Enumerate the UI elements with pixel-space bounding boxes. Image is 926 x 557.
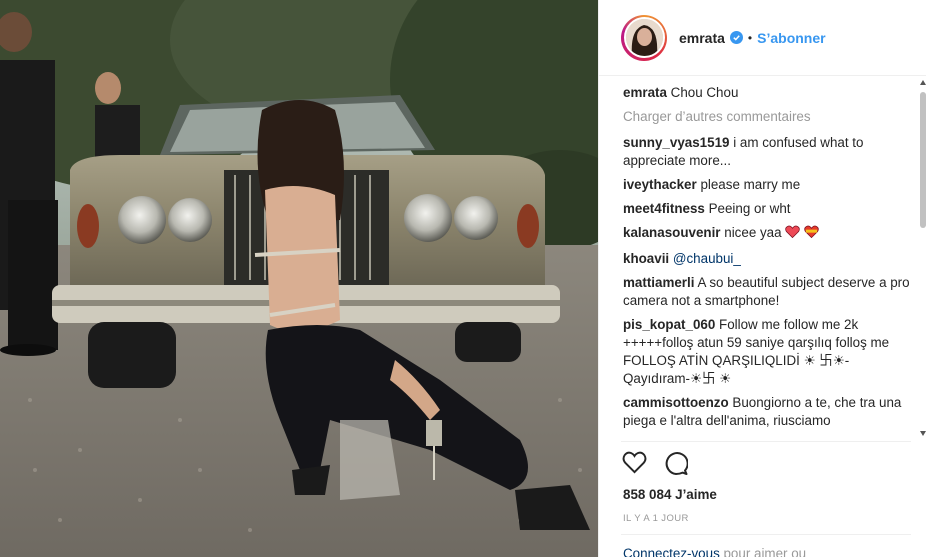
caption-text: Chou Chou (670, 85, 739, 100)
post-side-panel: emrata • S’abonner emrata Chou Chou Char… (598, 0, 926, 557)
comment-username[interactable]: pis_kopat_060 (623, 317, 715, 332)
comment-username[interactable]: iveythacker (623, 177, 697, 192)
photo-illustration (0, 0, 598, 557)
load-more-comments-link[interactable]: Charger d’autres commentaires (623, 108, 913, 126)
scroll-down-arrow-icon[interactable] (920, 431, 926, 437)
login-prompt-text: pour aimer ou (719, 546, 807, 557)
header-separator: • (747, 30, 753, 45)
red-heart-emoji-icon (785, 225, 801, 244)
follow-button[interactable]: S’abonner (757, 30, 825, 46)
caption: emrata Chou Chou (623, 84, 913, 102)
comment-username[interactable]: mattiamerli (623, 275, 694, 290)
verified-badge-icon (729, 31, 743, 44)
comment: meet4fitness Peeing or wht (623, 200, 913, 218)
comment-username[interactable]: kalanasouvenir (623, 225, 721, 240)
heart-outline-icon (622, 451, 647, 479)
spain-heart-emoji-icon (804, 225, 819, 244)
actions-divider (621, 441, 911, 442)
comment: kalanasouvenir nicee yaa (623, 224, 913, 244)
comment-username[interactable]: cammisottoenzo (623, 395, 729, 410)
comment: mattiamerli A so beautiful subject deser… (623, 274, 913, 310)
comment-username[interactable]: meet4fitness (623, 201, 705, 216)
instagram-post-view: emrata • S’abonner emrata Chou Chou Char… (0, 0, 926, 557)
action-bar (621, 451, 689, 480)
comments-scrollbar[interactable] (919, 78, 926, 440)
comment: sunny_vyas1519 i am confused what to app… (623, 134, 913, 170)
comment-username[interactable]: khoavii (623, 251, 669, 266)
scrollbar-thumb[interactable] (920, 92, 926, 228)
comment-username[interactable]: sunny_vyas1519 (623, 135, 729, 150)
comment-button[interactable] (663, 451, 689, 480)
post-timestamp[interactable]: IL Y A 1 JOUR (623, 513, 689, 524)
post-header: emrata • S’abonner (599, 0, 926, 76)
login-divider (621, 534, 911, 535)
login-prompt: Connectez-vous pour aimer ou (623, 546, 806, 557)
header-username[interactable]: emrata (679, 30, 725, 46)
like-count[interactable]: 858 084 J’aime (623, 487, 717, 502)
caption-username[interactable]: emrata (623, 85, 667, 100)
comments-list[interactable]: emrata Chou Chou Charger d’autres commen… (623, 84, 913, 440)
login-link[interactable]: Connectez-vous (623, 546, 720, 557)
post-photo[interactable] (0, 0, 598, 557)
like-button[interactable] (621, 451, 647, 479)
comment: khoavii @chaubui_ (623, 250, 913, 268)
avatar[interactable] (623, 17, 665, 58)
scroll-up-arrow-icon[interactable] (920, 80, 926, 86)
avatar-image (625, 19, 663, 56)
comment-text: please marry me (700, 177, 801, 192)
comment-mention-link[interactable]: @chaubui_ (673, 251, 741, 266)
comment: pis_kopat_060 Follow me follow me 2k +++… (623, 316, 913, 388)
comment-bubble-icon (664, 451, 689, 480)
comment: iveythacker please marry me (623, 176, 913, 194)
comment: cammisottoenzo Buongiorno a te, che tra … (623, 394, 913, 430)
story-ring[interactable] (621, 14, 667, 61)
comment-text: Peeing or wht (708, 201, 791, 216)
comment-text: nicee yaa (724, 225, 782, 240)
